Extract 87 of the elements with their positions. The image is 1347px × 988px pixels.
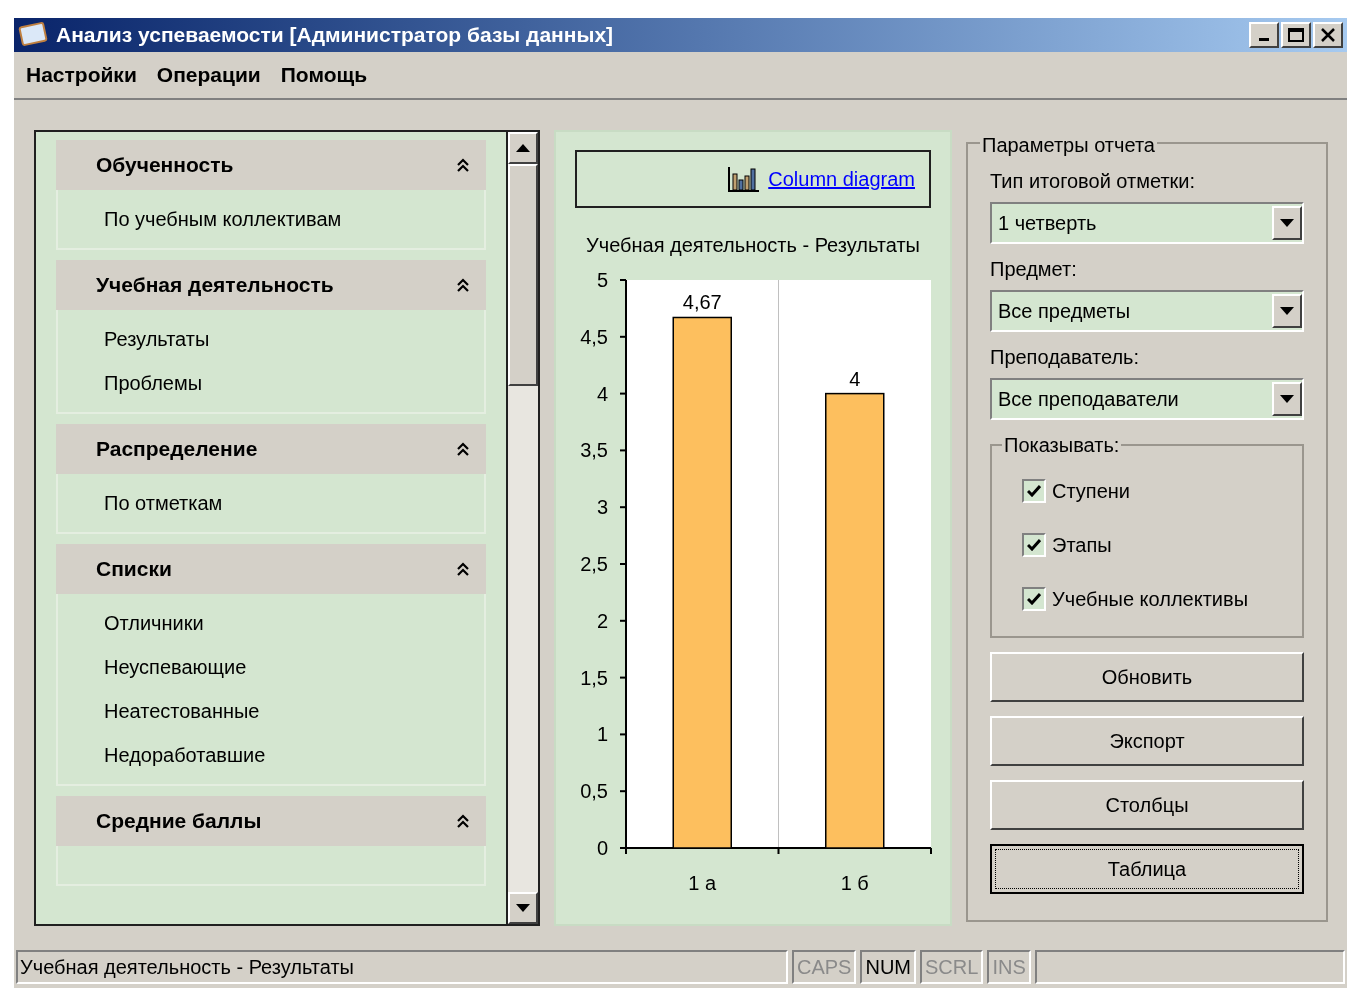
nav-link[interactable]: По отметкам bbox=[104, 488, 484, 518]
axis-label: 5 bbox=[596, 269, 608, 291]
app-icon bbox=[18, 22, 48, 48]
caret-icon bbox=[1280, 219, 1294, 227]
group-header[interactable]: Обученность bbox=[56, 140, 486, 190]
value-label: 4 bbox=[848, 367, 860, 390]
window-title: Анализ успеваемости [Администратор базы данных] bbox=[56, 22, 614, 49]
group-title: Средние баллы bbox=[96, 808, 262, 835]
down-arrow-icon bbox=[516, 904, 530, 912]
checkbox[interactable] bbox=[1022, 479, 1046, 503]
group-title: Учебная деятельность bbox=[96, 272, 334, 299]
check-icon bbox=[1027, 485, 1041, 497]
menu-item[interactable]: Настройки bbox=[26, 59, 137, 91]
axis-label: 0,5 bbox=[579, 780, 608, 803]
axis-label: 1 bbox=[596, 723, 608, 746]
checkbox-label: Этапы bbox=[1052, 533, 1112, 558]
nav-link[interactable]: Отличники bbox=[104, 608, 484, 638]
dropdown[interactable]: Все предметы bbox=[990, 290, 1304, 332]
axis-label: 1,5 bbox=[579, 666, 608, 689]
axis-label: 3,5 bbox=[579, 439, 608, 462]
checkbox[interactable] bbox=[1022, 533, 1046, 557]
dropdown[interactable]: 1 четверть bbox=[990, 202, 1304, 244]
status-indicator: CAPS bbox=[792, 950, 857, 984]
scroll-thumb[interactable] bbox=[508, 164, 538, 386]
dropdown-arrow-button[interactable] bbox=[1272, 294, 1302, 328]
collapse-icon[interactable] bbox=[456, 813, 470, 829]
nav-link[interactable]: Результаты bbox=[104, 324, 484, 354]
status-text: Учебная деятельность - Результаты bbox=[16, 950, 788, 984]
group-title: Обученность bbox=[96, 152, 234, 179]
bar-chart-icon bbox=[728, 166, 761, 192]
minimize-button[interactable] bbox=[1249, 22, 1279, 48]
action-button[interactable]: Обновить bbox=[990, 652, 1304, 702]
group-title: Списки bbox=[96, 556, 172, 583]
category-label: 1 б bbox=[840, 872, 869, 894]
category-label: 1 а bbox=[687, 872, 716, 894]
check-icon bbox=[1027, 593, 1041, 605]
field-label: Предмет: bbox=[990, 257, 1078, 282]
check-icon bbox=[1027, 539, 1041, 551]
axis-label: 4,5 bbox=[579, 325, 608, 348]
chart-title: Учебная деятельность - Результаты bbox=[586, 233, 920, 258]
field-label: Тип итоговой отметки: bbox=[990, 169, 1197, 194]
group-header[interactable]: Средние баллы bbox=[56, 796, 486, 846]
caret-icon bbox=[1280, 395, 1294, 403]
close-button[interactable] bbox=[1313, 22, 1343, 48]
collapse-icon[interactable] bbox=[456, 441, 470, 457]
scroll-up-button[interactable] bbox=[508, 132, 538, 164]
group-header[interactable]: Учебная деятельность bbox=[56, 260, 486, 310]
chart-type-link[interactable]: Column diagram bbox=[768, 164, 915, 194]
dropdown-arrow-button[interactable] bbox=[1272, 382, 1302, 416]
collapse-icon[interactable] bbox=[456, 277, 470, 293]
nav-link[interactable]: Проблемы bbox=[104, 368, 484, 398]
field-label: Преподаватель: bbox=[990, 345, 1141, 370]
axis-label: 3 bbox=[596, 496, 608, 519]
checkbox-label: Ступени bbox=[1052, 479, 1130, 504]
status-indicator: INS bbox=[987, 950, 1031, 984]
nav-link[interactable]: Неатестованные bbox=[104, 696, 484, 726]
maximize-button[interactable] bbox=[1281, 22, 1311, 48]
action-button[interactable]: Таблица bbox=[990, 844, 1304, 894]
up-arrow-icon bbox=[516, 144, 530, 152]
minimize-icon bbox=[1259, 38, 1269, 41]
caret-icon bbox=[1280, 307, 1294, 315]
status-indicator: NUM bbox=[860, 950, 916, 984]
collapse-icon[interactable] bbox=[456, 157, 470, 173]
close-icon bbox=[1320, 28, 1336, 42]
axis-label: 0 bbox=[596, 837, 608, 859]
group-header[interactable]: Распределение bbox=[56, 424, 486, 474]
action-button[interactable]: Столбцы bbox=[990, 780, 1304, 830]
menu-item[interactable]: Операции bbox=[156, 59, 261, 91]
action-button[interactable]: Экспорт bbox=[990, 716, 1304, 766]
status-indicator: SCRL bbox=[920, 950, 984, 984]
axis-label: 2 bbox=[596, 609, 608, 632]
axis-label: 4 bbox=[596, 382, 608, 405]
checkbox-label: Учебные коллективы bbox=[1052, 587, 1248, 612]
scroll-down-button[interactable] bbox=[508, 892, 538, 924]
menu-item[interactable]: Помощь bbox=[280, 59, 368, 91]
nav-link[interactable]: Недоработавшие bbox=[104, 740, 484, 770]
group-title: Распределение bbox=[96, 436, 258, 463]
dropdown-arrow-button[interactable] bbox=[1272, 206, 1302, 240]
dropdown[interactable]: Все преподаватели bbox=[990, 378, 1304, 420]
nav-link[interactable]: По учебным коллективам bbox=[104, 204, 484, 234]
checkbox[interactable] bbox=[1022, 587, 1046, 611]
value-label: 4,67 bbox=[682, 291, 722, 314]
collapse-icon[interactable] bbox=[456, 561, 470, 577]
axis-label: 2,5 bbox=[579, 553, 608, 575]
group-header[interactable]: Списки bbox=[56, 544, 486, 594]
maximize-icon bbox=[1288, 28, 1304, 42]
nav-link[interactable]: Неуспевающие bbox=[104, 652, 484, 682]
